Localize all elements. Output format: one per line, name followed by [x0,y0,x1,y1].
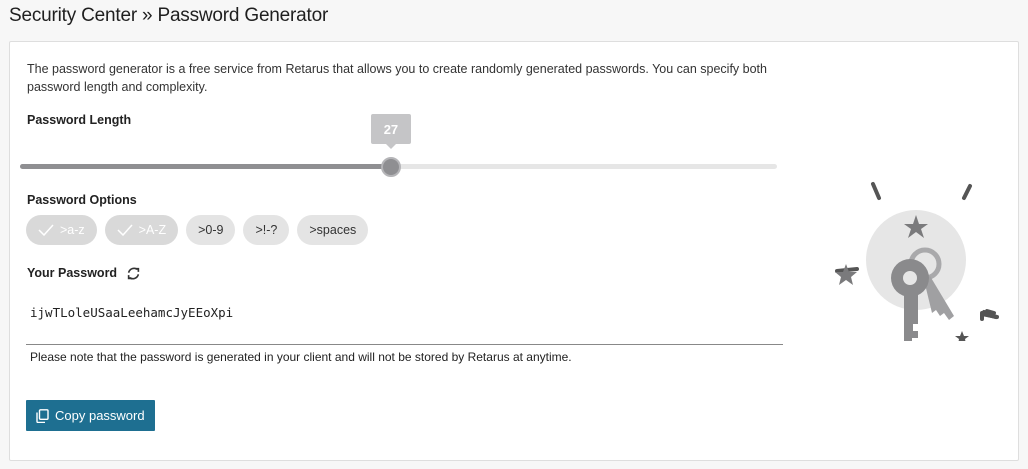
password-options: >a-z >A-Z >0-9 >!-? >spaces [26,215,369,245]
password-divider [26,344,783,345]
option-spaces[interactable]: >spaces [297,215,369,245]
slider-value-tooltip: 27 [370,114,411,149]
copy-button-label: Copy password [55,408,145,423]
password-output[interactable]: ijwTLoleUSaaLeehamcJyEEoXpi [30,305,233,320]
password-length-slider[interactable]: 27 [20,114,777,177]
option-uppercase[interactable]: >A-Z [104,215,179,245]
option-digits[interactable]: >0-9 [186,215,236,245]
your-password-label: Your Password [27,266,118,280]
option-label: >0-9 [198,223,224,237]
refresh-icon[interactable] [127,267,140,280]
option-label: >spaces [309,223,357,237]
page-title: Security Center » Password Generator [9,5,329,26]
password-options-label: Password Options [27,193,137,207]
slider-handle[interactable] [380,157,401,177]
your-password-header: Your Password [27,266,140,280]
option-label: >!-? [255,223,278,237]
option-symbols[interactable]: >!-? [243,215,290,245]
option-lowercase[interactable]: >a-z [26,215,97,245]
check-icon [117,224,133,236]
intro-text: The password generator is a free service… [27,62,767,94]
copy-icon [36,408,49,423]
generator-card: The password generator is a free service… [9,41,1019,461]
copy-password-button[interactable]: Copy password [26,400,155,431]
privacy-note: Please note that the password is generat… [30,350,572,364]
option-label: >a-z [60,223,85,237]
option-label: >A-Z [138,223,167,237]
keys-illustration [835,182,999,341]
password-length-label: Password Length [27,113,132,127]
slider-fill [20,164,391,169]
check-icon [38,224,54,236]
